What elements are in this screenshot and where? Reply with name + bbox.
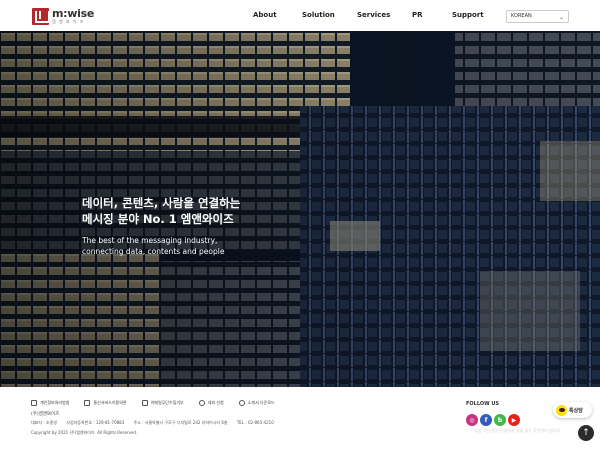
- language-select[interactable]: KOREAN ⌄: [506, 10, 569, 23]
- faint-notice: 다음 기간 동안 이용하지 않을 경우 휴면처리 됩니다: [474, 428, 561, 433]
- brochure-download-link[interactable]: 소개서 다운로드: [238, 400, 275, 406]
- nav-support[interactable]: Support: [452, 11, 484, 19]
- hero-subtitle: The best of the messaging industry, conn…: [82, 235, 224, 257]
- logo[interactable]: m:wise 엠 앤 와 이 즈: [32, 7, 94, 25]
- hero-title: 데이터, 콘텐츠, 사람을 연결하는 메시징 분야 No. 1 엠앤와이즈: [82, 195, 240, 227]
- chat-icon: [198, 400, 205, 406]
- checkbox-icon: [31, 400, 37, 406]
- hero-title-line1: 데이터, 콘텐츠, 사람을 연결하는: [82, 196, 241, 210]
- external-request-link[interactable]: 대외 신청: [198, 400, 224, 406]
- facebook-icon[interactable]: f: [480, 414, 492, 426]
- phone: TEL : 02-865-4210: [236, 420, 274, 425]
- chevron-down-icon: ⌄: [558, 14, 564, 21]
- logo-wordmark: m:wise: [52, 7, 95, 20]
- company-name: (주)엠앤와이즈: [31, 412, 60, 417]
- social-links: ◎ f b ▶: [466, 414, 522, 426]
- logo-text: m:wise 엠 앤 와 이 즈: [52, 8, 94, 24]
- site-footer: 개인정보처리방침 통신서비스이용약관 이메일무단수집거부 대외 신청 소개서 다…: [0, 387, 600, 450]
- hero-subtitle-line2: connecting data, contents and people: [82, 247, 225, 256]
- download-icon: [238, 400, 245, 406]
- kakao-chat-button[interactable]: 톡상담: [553, 402, 592, 418]
- nav-solution[interactable]: Solution: [302, 11, 335, 19]
- hero-subtitle-line1: The best of the messaging industry,: [82, 236, 218, 245]
- arrow-up-icon: ↑: [582, 428, 590, 438]
- copyright: Copyright by 2021 (주)엠앤와이즈. All Rights R…: [31, 430, 138, 435]
- kakao-talk-icon: [556, 404, 567, 416]
- band-icon[interactable]: b: [494, 414, 506, 426]
- policy-links: 개인정보처리방침 통신서비스이용약관 이메일무단수집거부 대외 신청 소개서 다…: [31, 400, 290, 406]
- checkbox-icon: [141, 400, 148, 406]
- scroll-top-button[interactable]: ↑: [578, 425, 594, 441]
- instagram-icon[interactable]: ◎: [466, 414, 478, 426]
- email-refusal-link[interactable]: 이메일무단수집거부: [141, 400, 184, 406]
- logo-korean: 엠 앤 와 이 즈: [52, 19, 85, 24]
- nav-about[interactable]: About: [253, 11, 277, 19]
- address: 주소 : 서울특별시 구로구 디지털로 242 지하이시티 6층: [133, 420, 228, 425]
- business-number: 사업자등록번호 : 129-81-70883: [66, 420, 125, 425]
- terms-link[interactable]: 통신서비스이용약관: [84, 400, 127, 406]
- ceo-info: 대표자 : 조종영: [31, 420, 57, 425]
- language-value: KOREAN: [511, 13, 532, 19]
- nav-pr[interactable]: PR: [412, 11, 423, 19]
- kakao-chat-label: 톡상담: [569, 407, 583, 414]
- site-header: m:wise 엠 앤 와 이 즈 About Solution Services…: [0, 0, 600, 31]
- checkbox-icon: [84, 400, 91, 406]
- follow-us-label: FOLLOW US: [466, 401, 500, 407]
- nav-services[interactable]: Services: [357, 11, 390, 19]
- company-info: 대표자 : 조종영 사업자등록번호 : 129-81-70883 주소 : 서울…: [31, 420, 282, 426]
- hero-title-line2: 메시징 분야 No. 1 엠앤와이즈: [82, 212, 234, 226]
- logo-mark-icon: [32, 7, 50, 25]
- youtube-icon[interactable]: ▶: [508, 414, 520, 426]
- hero-banner: 데이터, 콘텐츠, 사람을 연결하는 메시징 분야 No. 1 엠앤와이즈 Th…: [0, 31, 600, 387]
- privacy-policy-link[interactable]: 개인정보처리방침: [31, 400, 69, 406]
